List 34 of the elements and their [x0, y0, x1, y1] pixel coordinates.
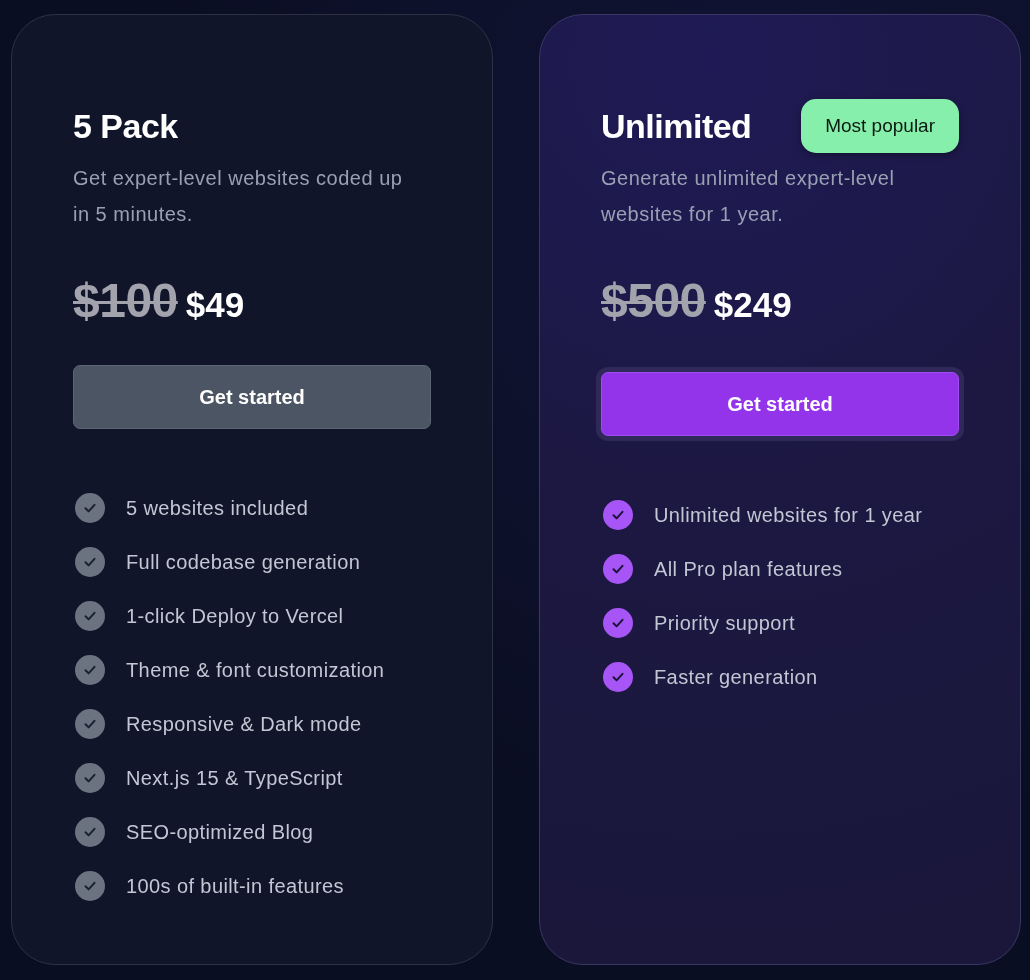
check-circle-icon	[603, 662, 633, 692]
old-price: $100	[73, 274, 178, 328]
plan-title: 5 Pack	[73, 106, 178, 146]
plan-price: $249	[713, 284, 792, 326]
popular-badge: Most popular	[801, 99, 959, 153]
check-circle-icon	[75, 493, 105, 523]
plan-price: $49	[185, 284, 245, 326]
feature-text: SEO-optimized Blog	[126, 820, 314, 844]
feature-text: All Pro plan features	[654, 557, 843, 581]
check-circle-icon	[75, 871, 105, 901]
feature-text: Priority support	[654, 611, 795, 635]
check-circle-icon	[75, 763, 105, 793]
check-circle-icon	[603, 554, 633, 584]
check-circle-icon	[75, 817, 105, 847]
check-circle-icon	[75, 601, 105, 631]
get-started-button[interactable]: Get started	[73, 365, 431, 429]
feature-text: Faster generation	[654, 665, 818, 689]
feature-text: Theme & font customization	[126, 658, 385, 682]
feature-text: Full codebase generation	[126, 550, 361, 574]
check-circle-icon	[75, 655, 105, 685]
check-circle-icon	[603, 608, 633, 638]
check-circle-icon	[75, 709, 105, 739]
feature-text: 1-click Deploy to Vercel	[126, 604, 344, 628]
feature-text: Responsive & Dark mode	[126, 712, 362, 736]
feature-text: 5 websites included	[126, 496, 309, 520]
feature-text: Unlimited websites for 1 year	[654, 503, 923, 527]
old-price: $500	[601, 274, 706, 328]
check-circle-icon	[603, 500, 633, 530]
feature-text: Next.js 15 & TypeScript	[126, 766, 343, 790]
plan-description: Generate unlimited expert-level websites for 1 year.	[601, 166, 896, 227]
plan-title: Unlimited	[601, 106, 752, 146]
feature-text: 100s of built-in features	[126, 874, 344, 898]
check-circle-icon	[75, 547, 105, 577]
plan-description: Get expert-level websites coded up in 5 minutes.	[73, 166, 404, 227]
